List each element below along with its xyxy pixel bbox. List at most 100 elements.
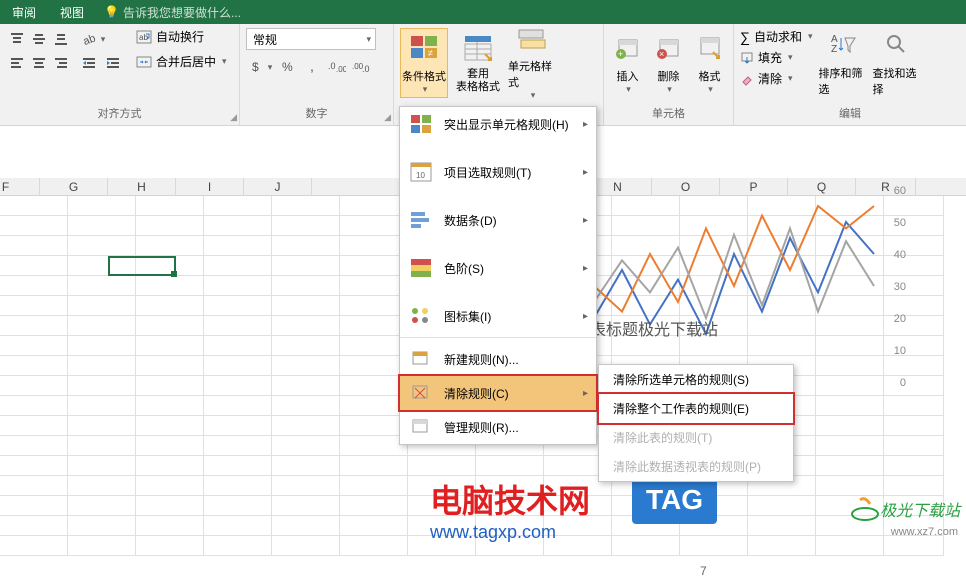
- cell[interactable]: [136, 536, 204, 556]
- cell[interactable]: [136, 436, 204, 456]
- cell[interactable]: [0, 416, 68, 436]
- cell[interactable]: [68, 416, 136, 436]
- cell[interactable]: [136, 376, 204, 396]
- cell[interactable]: [68, 476, 136, 496]
- cell[interactable]: [68, 376, 136, 396]
- column-header[interactable]: J: [244, 178, 312, 196]
- cell[interactable]: [0, 336, 68, 356]
- number-format-combo[interactable]: 常规: [246, 28, 376, 50]
- cell[interactable]: [748, 516, 816, 536]
- find-select-button[interactable]: 查找和选择: [873, 28, 921, 98]
- align-middle-icon[interactable]: [28, 28, 50, 50]
- cell[interactable]: [68, 536, 136, 556]
- cell[interactable]: [340, 216, 408, 236]
- menu-clear-rules[interactable]: 清除规则(C) ▸: [398, 374, 598, 412]
- format-as-table-button[interactable]: 套用 表格格式: [454, 28, 502, 98]
- cell[interactable]: [136, 196, 204, 216]
- cell[interactable]: [68, 396, 136, 416]
- cell[interactable]: [0, 256, 68, 276]
- cell[interactable]: [204, 496, 272, 516]
- menu-data-bars[interactable]: 数据条(D) ▸: [400, 203, 596, 237]
- comma-icon[interactable]: ,: [302, 56, 324, 78]
- cell[interactable]: [340, 416, 408, 436]
- merge-center-button[interactable]: 合并后居中 ▾: [136, 53, 227, 70]
- cell[interactable]: [272, 296, 340, 316]
- cell[interactable]: [272, 336, 340, 356]
- cell[interactable]: [612, 536, 680, 556]
- cell[interactable]: [0, 496, 68, 516]
- cell[interactable]: [0, 396, 68, 416]
- cell[interactable]: [340, 316, 408, 336]
- cell[interactable]: [340, 256, 408, 276]
- dialog-launcher-icon[interactable]: ◢: [230, 112, 237, 123]
- tab-view[interactable]: 视图: [48, 4, 96, 21]
- cell[interactable]: [272, 396, 340, 416]
- cell[interactable]: [340, 236, 408, 256]
- cell[interactable]: [0, 316, 68, 336]
- cell[interactable]: [204, 196, 272, 216]
- cell[interactable]: [272, 476, 340, 496]
- dialog-launcher-icon[interactable]: ◢: [384, 112, 391, 123]
- cell[interactable]: [272, 436, 340, 456]
- cell[interactable]: [204, 376, 272, 396]
- cell[interactable]: [204, 356, 272, 376]
- cell[interactable]: [204, 296, 272, 316]
- cell[interactable]: [68, 336, 136, 356]
- align-left-icon[interactable]: [6, 52, 28, 74]
- cell[interactable]: [272, 516, 340, 536]
- tell-me[interactable]: 💡 告诉我您想要做什么...: [104, 4, 241, 21]
- cell[interactable]: [68, 496, 136, 516]
- submenu-clear-sheet[interactable]: 清除整个工作表的规则(E): [597, 392, 795, 425]
- cell[interactable]: [272, 256, 340, 276]
- cell[interactable]: [68, 356, 136, 376]
- format-cells-button[interactable]: 格式▾: [692, 28, 727, 98]
- column-header[interactable]: G: [40, 178, 108, 196]
- cell[interactable]: [340, 276, 408, 296]
- menu-new-rule[interactable]: 新建规则(N)...: [400, 342, 596, 376]
- autosum-button[interactable]: ∑ 自动求和▾: [740, 28, 813, 45]
- cell[interactable]: [204, 256, 272, 276]
- menu-highlight-rules[interactable]: 突出显示单元格规则(H) ▸: [400, 107, 596, 141]
- cell[interactable]: [0, 536, 68, 556]
- cell[interactable]: [136, 476, 204, 496]
- cell[interactable]: [0, 196, 68, 216]
- worksheet-grid[interactable]: FGHIJNOPQR 0102030405060 7 表标题极光下载站 突出显示…: [0, 126, 966, 540]
- cell[interactable]: [68, 316, 136, 336]
- cell[interactable]: [748, 536, 816, 556]
- cell[interactable]: [884, 536, 944, 556]
- align-top-icon[interactable]: [6, 28, 28, 50]
- cell[interactable]: [0, 456, 68, 476]
- cell[interactable]: [340, 196, 408, 216]
- cell[interactable]: [0, 276, 68, 296]
- cell[interactable]: [0, 516, 68, 536]
- cell[interactable]: [136, 236, 204, 256]
- cell[interactable]: [816, 536, 884, 556]
- cell[interactable]: [340, 476, 408, 496]
- increase-indent-icon[interactable]: [102, 52, 124, 74]
- cell[interactable]: [0, 296, 68, 316]
- cell[interactable]: [204, 536, 272, 556]
- wrap-text-button[interactable]: ab 自动换行: [136, 28, 227, 45]
- cell[interactable]: [0, 356, 68, 376]
- cell[interactable]: [476, 456, 544, 476]
- cell[interactable]: [272, 456, 340, 476]
- insert-cells-button[interactable]: + 插入▾: [610, 28, 645, 98]
- column-header[interactable]: H: [108, 178, 176, 196]
- cell[interactable]: [136, 496, 204, 516]
- align-center-icon[interactable]: [28, 52, 50, 74]
- cell[interactable]: [0, 376, 68, 396]
- cell[interactable]: [136, 316, 204, 336]
- cell[interactable]: [272, 316, 340, 336]
- orientation-icon[interactable]: ab▾: [78, 28, 108, 50]
- cell[interactable]: [272, 376, 340, 396]
- cell[interactable]: [204, 316, 272, 336]
- cell[interactable]: [0, 216, 68, 236]
- tab-review[interactable]: 审阅: [0, 4, 48, 21]
- menu-color-scales[interactable]: 色阶(S) ▸: [400, 251, 596, 285]
- cell[interactable]: [272, 196, 340, 216]
- cell[interactable]: [340, 336, 408, 356]
- cell-styles-button[interactable]: 单元格样式 ▾: [508, 28, 556, 98]
- column-header[interactable]: F: [0, 178, 40, 196]
- column-header[interactable]: I: [176, 178, 244, 196]
- cell[interactable]: [0, 436, 68, 456]
